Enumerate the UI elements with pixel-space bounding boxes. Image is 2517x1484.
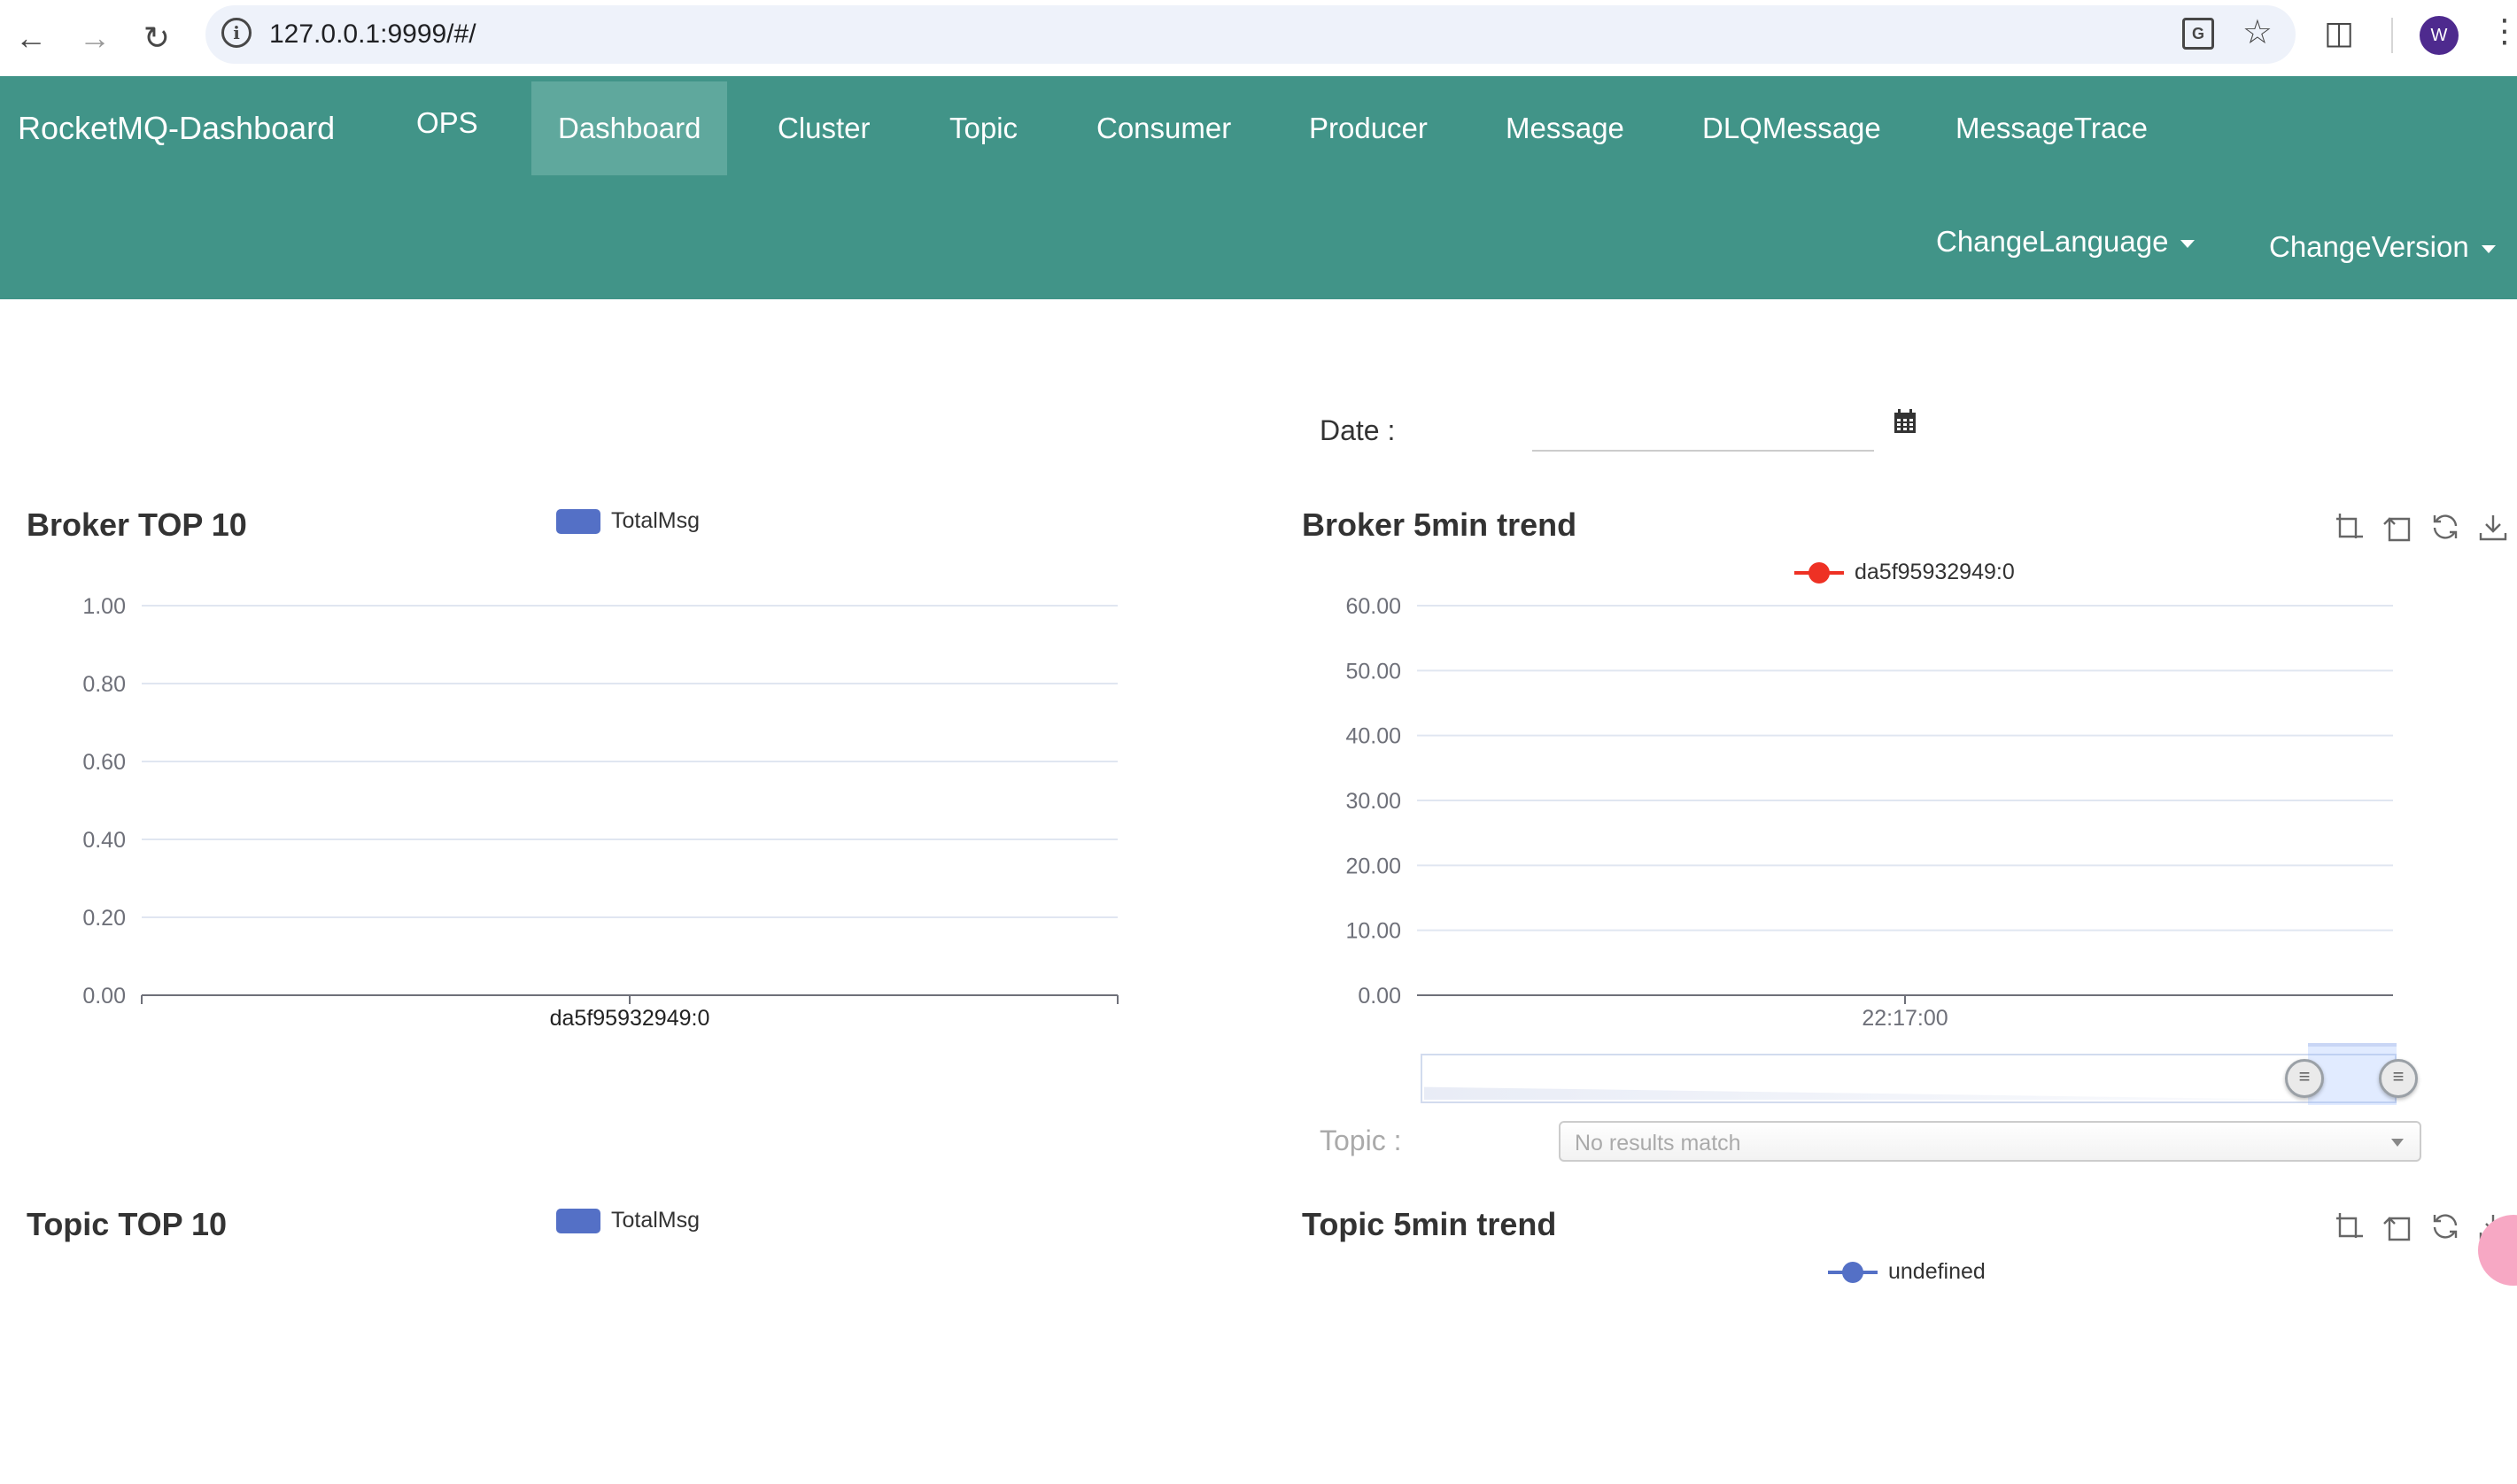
x-tick-label: da5f95932949:0 <box>550 1006 710 1031</box>
topic-select[interactable]: No results match <box>1559 1121 2421 1162</box>
bookmark-star-icon[interactable]: ☆ <box>2242 12 2273 52</box>
y-tick-label: 0.00 <box>1358 984 1401 1009</box>
reload-icon[interactable]: ↻ <box>135 16 179 60</box>
y-tick-label: 1.00 <box>82 594 126 619</box>
legend-label: TotalMsg <box>611 508 701 533</box>
data-zoom-start-handle[interactable] <box>2285 1059 2324 1098</box>
zoom-reset-icon[interactable] <box>2382 1211 2412 1241</box>
y-tick-label: 30.00 <box>1345 789 1401 814</box>
kebab-menu-icon[interactable]: ⋮ <box>2489 12 2517 50</box>
x-tick-label: 22:17:00 <box>1862 1006 1948 1031</box>
broker-top10-title: Broker TOP 10 <box>27 506 247 543</box>
nav-item-ops[interactable]: OPS <box>390 76 505 170</box>
y-tick-label: 10.00 <box>1345 919 1401 944</box>
extensions-puzzle-icon[interactable]: ◫ <box>2324 14 2354 51</box>
nav-item-dashboard[interactable]: Dashboard <box>531 81 728 175</box>
broker-trend-toolbox <box>2335 512 2508 542</box>
y-tick-label: 20.00 <box>1345 854 1401 878</box>
topic-select-placeholder: No results match <box>1575 1131 1741 1156</box>
browser-chrome: ← → ↻ i 127.0.0.1:9999/#/ G ☆ ◫ W ⋮ <box>0 0 2517 76</box>
legend-swatch <box>556 508 600 534</box>
y-tick-label: 0.80 <box>82 672 126 697</box>
caret-down-icon <box>2180 239 2196 248</box>
calendar-icon[interactable] <box>1894 409 1917 434</box>
y-tick-label: 60.00 <box>1345 594 1401 619</box>
legend-swatch <box>556 1208 600 1233</box>
broker-trend-title: Broker 5min trend <box>1302 506 1577 543</box>
data-zoom-slider[interactable] <box>1421 1043 2418 1105</box>
zoom-area-icon[interactable] <box>2335 512 2365 542</box>
data-zoom-end-handle[interactable] <box>2379 1059 2418 1098</box>
site-info-icon[interactable]: i <box>221 18 252 48</box>
nav-item-producer[interactable]: Producer <box>1282 81 1454 175</box>
change-language-label: ChangeLanguage <box>1936 225 2169 258</box>
nav-item-dlqmessage[interactable]: DLQMessage <box>1676 81 1908 175</box>
nav-item-cluster[interactable]: Cluster <box>751 81 897 175</box>
date-input[interactable] <box>1532 409 1874 452</box>
change-version-dropdown[interactable]: ChangeVersion <box>2269 230 2496 264</box>
date-label: Date : <box>1320 414 1396 446</box>
forward-arrow-icon[interactable]: → <box>73 16 117 60</box>
legend-label: undefined <box>1888 1259 1986 1284</box>
topic-trend-legend[interactable]: undefined <box>1828 1259 1986 1285</box>
topic-label: Topic : <box>1320 1125 1402 1156</box>
toolbar-separator <box>2391 18 2393 53</box>
legend-label: TotalMsg <box>611 1208 701 1233</box>
back-arrow-icon[interactable]: ← <box>9 16 53 60</box>
caret-down-icon <box>2481 244 2496 253</box>
zoom-reset-icon[interactable] <box>2382 512 2412 542</box>
topic-trend-title: Topic 5min trend <box>1302 1206 1557 1242</box>
topic-top10-legend[interactable]: TotalMsg <box>556 1208 700 1233</box>
profile-avatar[interactable]: W <box>2420 16 2459 55</box>
data-zoom-preview <box>1424 1086 2310 1100</box>
change-language-dropdown[interactable]: ChangeLanguage <box>1936 225 2196 259</box>
broker-trend-chart: 0.00 10.00 20.00 30.00 40.00 50.00 60.00 22:17:… <box>1345 594 2393 1031</box>
save-image-icon[interactable] <box>2478 512 2508 542</box>
nav-item-message[interactable]: Message <box>1479 81 1651 175</box>
y-tick-label: 0.40 <box>82 828 126 853</box>
y-tick-label: 50.00 <box>1345 659 1401 684</box>
y-tick-label: 40.00 <box>1345 724 1401 749</box>
brand-logo-text[interactable]: RocketMQ-Dashboard <box>18 110 335 147</box>
y-tick-label: 0.60 <box>82 750 126 775</box>
zoom-area-icon[interactable] <box>2335 1211 2365 1241</box>
nav-item-messagetrace[interactable]: MessageTrace <box>1929 81 2174 175</box>
translate-icon[interactable]: G <box>2182 18 2214 50</box>
y-tick-label: 0.20 <box>82 906 126 931</box>
restore-icon[interactable] <box>2430 1211 2460 1241</box>
chevron-down-icon <box>2391 1139 2404 1147</box>
legend-line-marker <box>1828 1260 1878 1285</box>
topic-top10-title: Topic TOP 10 <box>27 1206 228 1242</box>
broker-top10-legend[interactable]: TotalMsg <box>556 508 700 534</box>
change-version-label: ChangeVersion <box>2269 230 2469 263</box>
app-navbar: RocketMQ-Dashboard OPS Dashboard Cluster… <box>0 76 2517 299</box>
address-bar[interactable]: i 127.0.0.1:9999/#/ G ☆ <box>205 5 2296 64</box>
nav-item-topic[interactable]: Topic <box>923 81 1044 175</box>
y-tick-label: 0.00 <box>82 984 126 1009</box>
url-text[interactable]: 127.0.0.1:9999/#/ <box>269 19 476 50</box>
nav-item-consumer[interactable]: Consumer <box>1070 81 1258 175</box>
restore-icon[interactable] <box>2430 512 2460 542</box>
broker-top10-chart: 0.00 0.20 0.40 0.60 0.80 1.00 da5f95932949:0 <box>82 594 1119 1031</box>
